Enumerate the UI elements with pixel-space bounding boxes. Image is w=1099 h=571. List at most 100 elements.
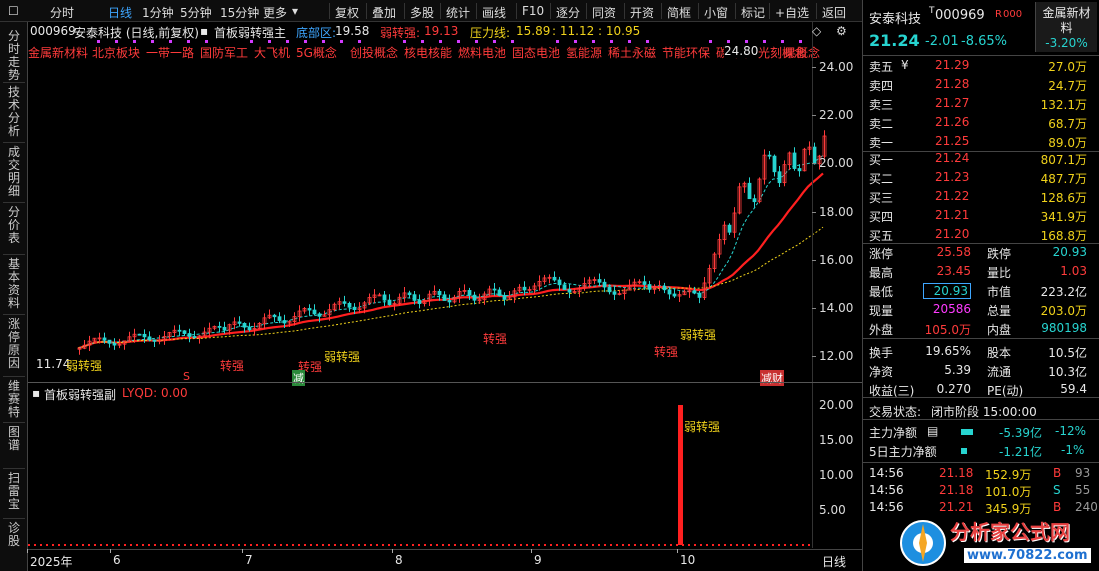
candle-body[interactable] [772,155,777,173]
toolbar-item[interactable]: 日线 [108,4,132,21]
toolbar-button[interactable]: 画线 [482,4,506,21]
candle-body[interactable] [797,168,802,172]
toolbar-button[interactable]: 同资 [592,4,616,21]
candle-body[interactable] [152,339,157,342]
candle-body[interactable] [697,292,702,298]
candle-body[interactable] [642,281,647,285]
candle-body[interactable] [352,306,357,310]
candle-body[interactable] [492,288,497,291]
candle-body[interactable] [217,325,222,328]
candle-body[interactable] [747,182,752,200]
toolbar-button[interactable]: 多股 [410,4,434,21]
candle-body[interactable] [437,290,442,296]
candle-body[interactable] [237,321,242,324]
candle-body[interactable] [672,293,677,297]
candle-body[interactable] [612,291,617,295]
candle-body[interactable] [602,281,607,288]
candle-body[interactable] [102,337,107,341]
sub-indicator-name[interactable]: 首板弱转强副 [44,386,116,403]
toolbar-button[interactable]: 逐分 [556,4,580,21]
candle-body[interactable] [112,342,117,346]
toolbar-button[interactable]: 统计 [446,4,470,21]
left-tab[interactable]: 分时走势 [0,30,28,82]
candle-body[interactable] [382,294,387,301]
left-tab[interactable]: 诊股 [0,522,28,548]
concept-tag[interactable]: 氢能源 [566,44,602,59]
concept-tag[interactable]: 稀土永磁 [608,44,656,59]
candle-body[interactable] [552,276,557,281]
candle-body[interactable] [182,330,187,334]
candle-body[interactable] [272,314,277,318]
candle-body[interactable] [752,198,757,203]
candle-body[interactable] [467,290,472,296]
candle-body[interactable] [667,289,672,295]
concept-tag[interactable]: 大飞机 [254,44,290,59]
candle-body[interactable] [192,336,197,338]
candle-body[interactable] [317,313,322,317]
toolbar-item[interactable]: 5分钟 [180,4,212,21]
settings-icon[interactable]: ⚙ [836,24,847,38]
ruler-icon[interactable]: ◇ [812,24,821,38]
toolbar-item[interactable]: 15分钟 [220,4,259,21]
candle-body[interactable] [447,300,452,303]
left-tab[interactable]: 基本资料 [0,258,28,310]
candle-body[interactable] [692,290,697,294]
candle-body[interactable] [417,300,422,304]
concept-tag[interactable]: 北京板块 [92,44,140,59]
candle-body[interactable] [387,299,392,306]
left-tab[interactable]: 图谱 [0,426,28,452]
toolbar-button[interactable]: 标记 [741,4,765,21]
concept-tag[interactable]: 一带一路 [146,44,194,59]
toolbar-button[interactable]: F10 [522,4,544,18]
candle-body[interactable] [472,294,477,301]
indicator-name[interactable]: 首板弱转强主 [214,24,286,41]
candle-body[interactable] [282,320,287,324]
main-chart[interactable] [28,22,862,382]
toolbar-button[interactable]: 叠加 [372,4,396,21]
concept-tag[interactable]: 固态电池 [512,44,560,59]
concept-tag[interactable]: 金属新材料 [28,44,88,59]
left-tab[interactable]: 涨停原因 [0,318,28,370]
checkbox-icon[interactable]: ☐ [8,4,19,18]
candle-body[interactable] [137,333,142,336]
signal-bar[interactable] [678,405,683,545]
toolbar-item[interactable]: 分时 [50,4,74,21]
candle-body[interactable] [442,294,447,301]
candle-body[interactable] [347,302,352,308]
sector-box[interactable]: 金属新材料 -3.20% [1035,2,1097,52]
toolbar-button[interactable]: 小窗 [704,4,728,21]
sub-chart[interactable] [28,383,862,548]
concept-tag[interactable]: 国防军工 [200,44,248,59]
candle-body[interactable] [142,333,147,338]
candle-body[interactable] [662,286,667,291]
toolbar-button[interactable]: 简框 [667,4,691,21]
candle-body[interactable] [187,333,192,337]
candle-body[interactable] [777,171,782,184]
candle-body[interactable] [242,322,247,328]
candlestick-chart[interactable] [28,22,862,382]
candle-body[interactable] [557,279,562,286]
chevron-down-icon[interactable]: ▾ [292,4,298,18]
toolbar-item[interactable]: 更多 [263,4,287,21]
concept-tag[interactable]: 创投概念 [350,44,398,59]
candle-body[interactable] [277,316,282,321]
candle-body[interactable] [247,326,252,331]
candle-body[interactable] [597,279,602,283]
concept-tag[interactable]: 节能环保 [662,44,710,59]
concept-tag[interactable]: 核电核能 [404,44,452,59]
candle-body[interactable] [562,284,567,290]
candle-body[interactable] [647,284,652,290]
left-tab[interactable]: 维赛特 [0,380,28,419]
left-tab[interactable]: 扫雷宝 [0,472,28,511]
candle-body[interactable] [307,308,312,311]
toolbar-button[interactable]: 返回 [822,4,846,21]
period-label[interactable]: 日线 [822,553,846,570]
candle-body[interactable] [407,292,412,296]
sub-indicator-icon[interactable]: ▪ [32,386,40,400]
toolbar-item[interactable]: 1分钟 [142,4,174,21]
candle-body[interactable] [727,224,732,233]
candle-body[interactable] [312,309,317,315]
left-tab[interactable]: 技术分析 [0,86,28,138]
candle-body[interactable] [177,329,182,332]
candle-body[interactable] [497,289,502,296]
